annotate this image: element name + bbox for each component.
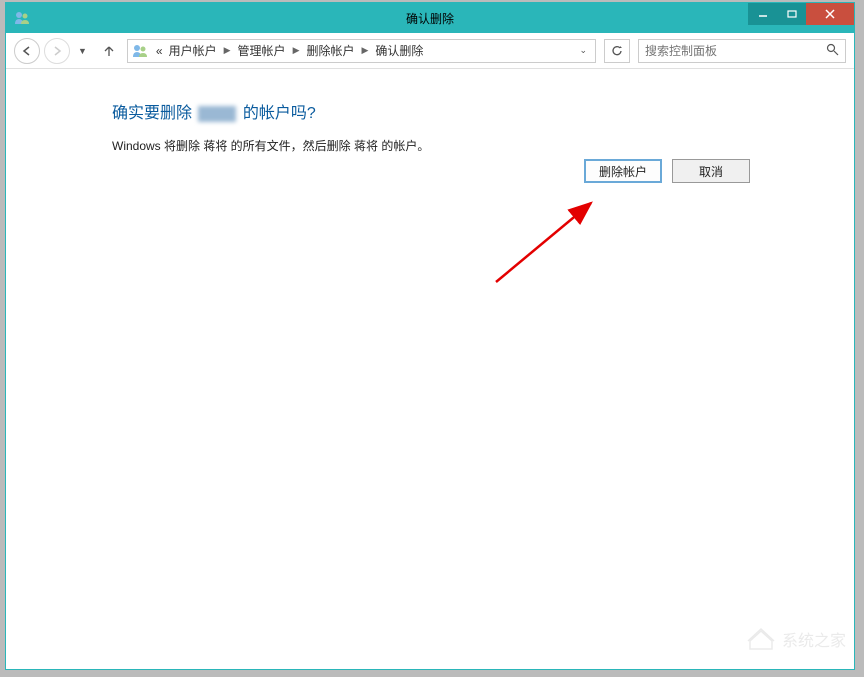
minimize-button[interactable] — [748, 3, 778, 25]
content-area: 确实要删除 的帐户吗? Windows 将删除 蒋将 的所有文件，然后删除 蒋将… — [6, 69, 854, 669]
heading-suffix: 的帐户吗? — [238, 105, 315, 122]
user-accounts-icon — [14, 10, 30, 26]
watermark: 系统之家 — [746, 627, 846, 651]
forward-button[interactable] — [44, 38, 70, 64]
back-button[interactable] — [14, 38, 40, 64]
search-box[interactable] — [638, 39, 846, 63]
refresh-icon — [610, 44, 624, 58]
history-dropdown[interactable]: ▼ — [74, 46, 91, 56]
arrow-up-icon — [102, 44, 116, 58]
window-controls — [748, 3, 854, 25]
page-heading: 确实要删除 的帐户吗? — [112, 99, 854, 123]
breadcrumb-item[interactable]: 确认删除 — [373, 42, 425, 59]
breadcrumb-prefix: « — [154, 44, 165, 58]
chevron-right-icon: ▶ — [290, 45, 303, 56]
arrow-right-icon — [51, 45, 63, 57]
search-input[interactable] — [645, 44, 826, 58]
chevron-right-icon: ▶ — [221, 45, 234, 56]
up-button[interactable] — [99, 41, 119, 61]
description-text: Windows 将删除 蒋将 的所有文件，然后删除 蒋将 的帐户。 — [112, 137, 854, 154]
search-icon[interactable] — [826, 43, 839, 59]
refresh-button[interactable] — [604, 39, 630, 63]
titlebar[interactable]: 确认删除 — [6, 3, 854, 33]
window-title: 确认删除 — [406, 10, 454, 27]
breadcrumb-item[interactable]: 用户帐户 — [167, 42, 219, 59]
breadcrumb-item[interactable]: 管理帐户 — [236, 42, 288, 59]
redacted-username — [198, 106, 236, 122]
breadcrumb-item[interactable]: 删除帐户 — [304, 42, 356, 59]
user-accounts-icon — [132, 43, 148, 59]
address-bar[interactable]: « 用户帐户 ▶ 管理帐户 ▶ 删除帐户 ▶ 确认删除 ⌄ — [127, 39, 596, 63]
cancel-button[interactable]: 取消 — [672, 159, 750, 183]
button-row: 删除帐户 取消 — [584, 159, 750, 183]
toolbar: ▼ « 用户帐户 ▶ 管理帐户 ▶ 删除帐户 ▶ 确认删除 ⌄ — [6, 33, 854, 69]
heading-prefix: 确实要删除 — [112, 105, 196, 122]
watermark-text: 系统之家 — [782, 627, 846, 651]
chevron-right-icon: ▶ — [359, 45, 372, 56]
dialog-window: 确认删除 ▼ — [5, 2, 855, 670]
close-button[interactable] — [806, 3, 854, 25]
maximize-button[interactable] — [778, 3, 806, 25]
house-icon — [746, 627, 776, 651]
arrow-left-icon — [21, 45, 33, 57]
delete-account-button[interactable]: 删除帐户 — [584, 159, 662, 183]
address-dropdown[interactable]: ⌄ — [575, 45, 591, 56]
